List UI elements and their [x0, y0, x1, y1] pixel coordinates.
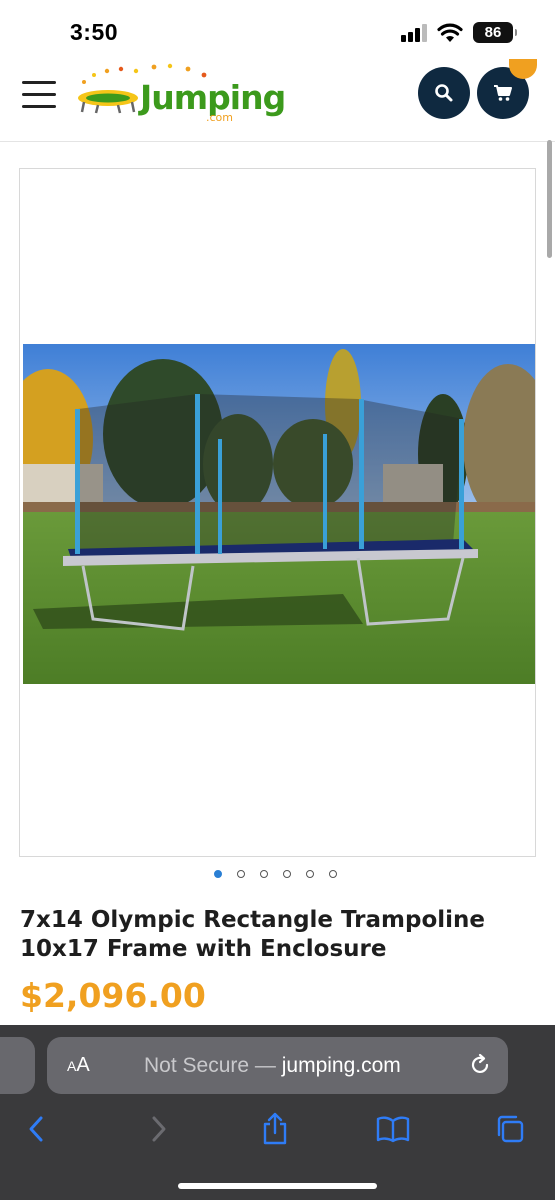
- carousel-dot-5[interactable]: [306, 870, 314, 878]
- carousel-dot-3[interactable]: [260, 870, 268, 878]
- aa-large: A: [76, 1054, 90, 1076]
- logo-domain: .com: [206, 111, 233, 124]
- carousel-dot-6[interactable]: [329, 870, 337, 878]
- chevron-right-icon: [152, 1116, 166, 1142]
- reader-options-button[interactable]: AA: [67, 1054, 90, 1077]
- search-icon: [435, 84, 453, 102]
- share-icon: [263, 1112, 287, 1145]
- previous-tab-pill[interactable]: [0, 1037, 35, 1094]
- reload-icon[interactable]: [467, 1052, 493, 1078]
- carousel-dot-1[interactable]: [214, 870, 222, 878]
- cart-icon: [494, 85, 512, 101]
- image-carousel-dots: [214, 870, 337, 878]
- aa-small: A: [67, 1058, 77, 1074]
- product-photo: [23, 344, 535, 684]
- bookmarks-button[interactable]: [375, 1111, 411, 1147]
- tabs-button[interactable]: [492, 1111, 528, 1147]
- status-time: 3:50: [70, 19, 119, 45]
- browser-bottom-bar: AA Not Secure — jumping.com: [0, 1025, 555, 1200]
- tabs-icon: [497, 1115, 524, 1143]
- hamburger-icon: [22, 105, 56, 108]
- site-header: Jumping .com: [0, 59, 555, 142]
- cart-button[interactable]: [477, 59, 537, 119]
- search-button[interactable]: [418, 67, 470, 119]
- address-bar[interactable]: AA Not Secure — jumping.com: [47, 1037, 508, 1094]
- product-price: $2,096.00: [20, 976, 206, 1015]
- forward-button[interactable]: [140, 1111, 176, 1147]
- status-bar: 3:50 86: [0, 0, 555, 62]
- browser-toolbar: [0, 1109, 555, 1149]
- security-label: Not Secure —: [144, 1054, 276, 1077]
- product-title: 7x14 Olympic Rectangle Trampoline 10x17 …: [20, 907, 486, 962]
- book-icon: [376, 1116, 410, 1143]
- share-button[interactable]: [257, 1111, 293, 1147]
- status-icons: 86: [401, 22, 517, 43]
- menu-button[interactable]: [22, 81, 56, 109]
- hamburger-icon: [22, 81, 56, 84]
- trampoline-photo: [23, 344, 535, 684]
- wifi-icon: [437, 23, 463, 42]
- page: 3:50 86 Jumping .com 7x14 Olympic Rectan…: [0, 0, 555, 1200]
- carousel-dot-2[interactable]: [237, 870, 245, 878]
- domain-label: jumping.com: [281, 1054, 401, 1077]
- carousel-dot-4[interactable]: [283, 870, 291, 878]
- page-scrollbar[interactable]: [547, 140, 552, 258]
- cellular-signal-icon: [401, 23, 427, 42]
- cart-count-badge: [509, 59, 537, 79]
- home-indicator[interactable]: [178, 1183, 377, 1189]
- back-button[interactable]: [19, 1111, 55, 1147]
- battery-indicator: 86: [473, 22, 517, 43]
- product-image-gallery[interactable]: [19, 168, 536, 857]
- site-logo[interactable]: Jumping .com: [70, 62, 286, 132]
- chevron-left-icon: [29, 1116, 43, 1142]
- hamburger-icon: [22, 93, 56, 96]
- address-text: Not Secure — jumping.com: [144, 1054, 401, 1078]
